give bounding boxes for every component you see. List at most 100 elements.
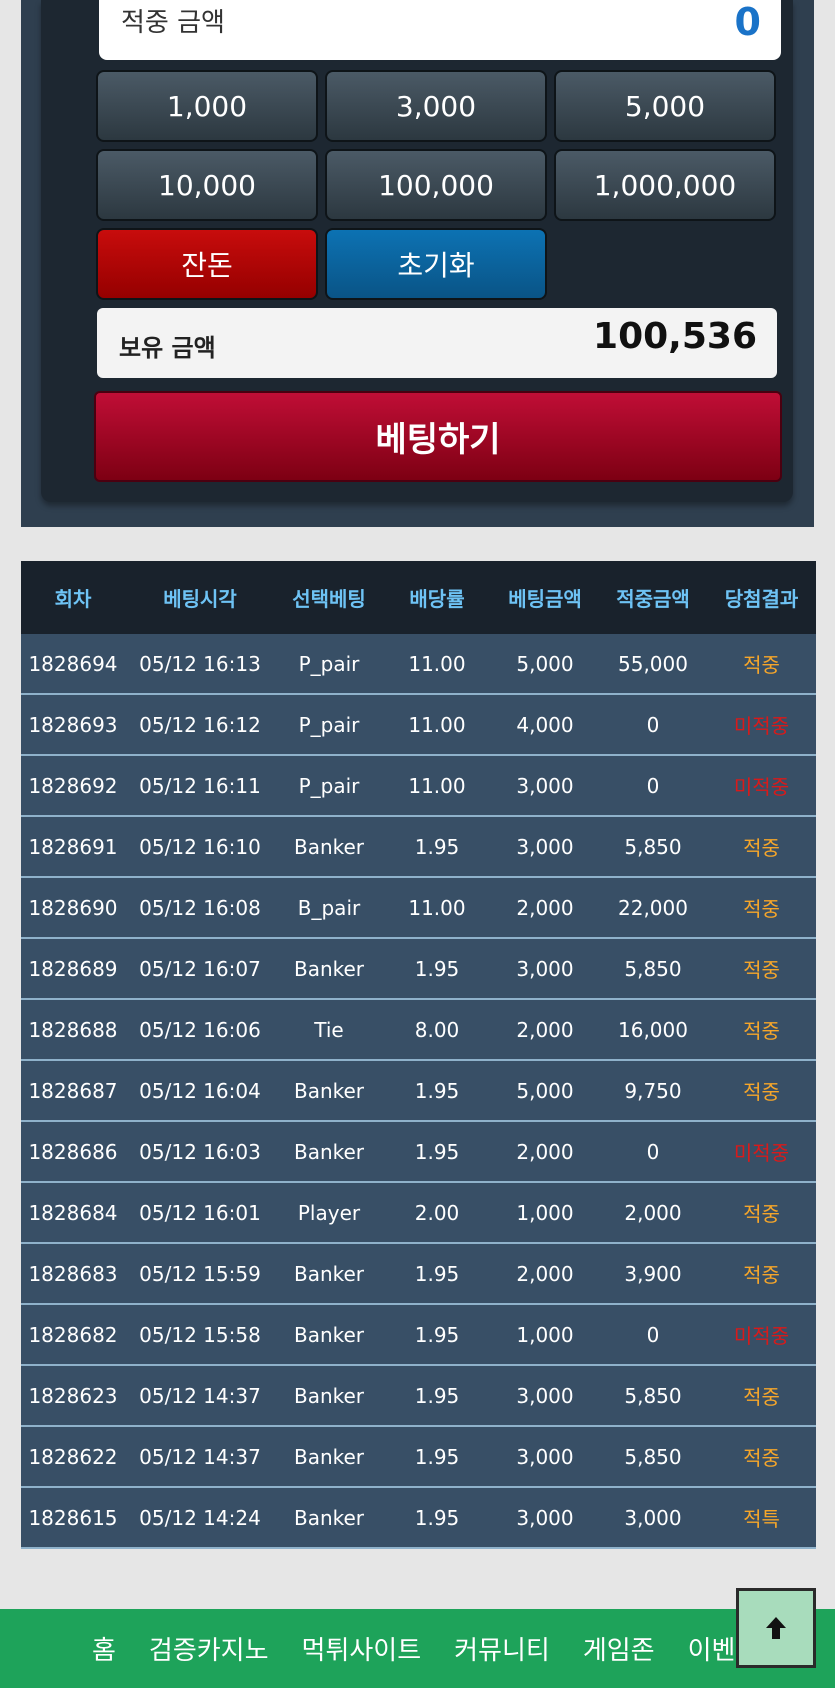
header-bet-amount: 베팅금액 bbox=[508, 587, 582, 611]
cell-bet-choice: Banker bbox=[293, 1505, 365, 1530]
reset-button[interactable]: 초기화 bbox=[325, 228, 547, 300]
cell-bet-time: 05/12 14:24 bbox=[139, 1505, 261, 1530]
cell-win-amount: 3,900 bbox=[624, 1261, 682, 1286]
cell-odds: 1.95 bbox=[414, 1383, 460, 1408]
header-odds: 배당률 bbox=[409, 587, 465, 611]
cell-result: 적중 bbox=[743, 1263, 780, 1287]
cell-win-amount: 22,000 bbox=[618, 895, 688, 920]
hold-amount-box: 보유 금액 100,536 bbox=[97, 308, 777, 378]
cell-win-amount: 0 bbox=[646, 1322, 660, 1347]
cell-bet-time: 05/12 16:08 bbox=[139, 895, 261, 920]
cell-result: 적중 bbox=[743, 836, 780, 860]
cell-bet-amount: 2,000 bbox=[516, 895, 574, 920]
cell-odds: 11.00 bbox=[408, 773, 466, 798]
cell-bet-amount: 2,000 bbox=[516, 1017, 574, 1042]
header-bet-time: 베팅시각 bbox=[163, 587, 237, 611]
cell-bet-time: 05/12 16:01 bbox=[139, 1200, 261, 1225]
chip-button-3000[interactable]: 3,000 bbox=[325, 70, 547, 142]
cell-bet-amount: 3,000 bbox=[516, 773, 574, 798]
cell-round: 1828622 bbox=[28, 1444, 118, 1469]
bet-history-table: 회차 베팅시각 선택베팅 배당률 베팅금액 적중금액 당첨결과 1828694 05/12 1… bbox=[21, 561, 816, 1549]
header-bet-choice: 선택베팅 bbox=[292, 587, 366, 611]
cell-round: 1828689 bbox=[28, 956, 118, 981]
cell-round: 1828694 bbox=[28, 651, 118, 676]
nav-item-verified-casino[interactable]: 검증카지노 bbox=[149, 1630, 269, 1667]
cell-win-amount: 55,000 bbox=[618, 651, 688, 676]
cell-win-amount: 0 bbox=[646, 1139, 660, 1164]
cell-bet-time: 05/12 16:13 bbox=[139, 651, 261, 676]
table-row: 1828684 05/12 16:01 Player 2.00 1,000 2,000 적중 bbox=[21, 1183, 816, 1244]
win-amount-label: 적중 금액 bbox=[121, 8, 225, 38]
header-win-amount: 적중금액 bbox=[616, 587, 690, 611]
table-row: 1828622 05/12 14:37 Banker 1.95 3,000 5,850 적중 bbox=[21, 1427, 816, 1488]
nav-item-community[interactable]: 커뮤니티 bbox=[454, 1630, 550, 1667]
cell-round: 1828687 bbox=[28, 1078, 118, 1103]
cell-result: 적중 bbox=[743, 897, 780, 921]
table-row: 1828688 05/12 16:06 Tie 8.00 2,000 16,000 적중 bbox=[21, 1000, 816, 1061]
cell-win-amount: 0 bbox=[646, 712, 660, 737]
cell-result: 적중 bbox=[743, 1385, 780, 1409]
cell-bet-time: 05/12 15:58 bbox=[139, 1322, 261, 1347]
cell-odds: 1.95 bbox=[414, 1261, 460, 1286]
cell-bet-choice: Banker bbox=[293, 1139, 365, 1164]
cell-odds: 1.95 bbox=[414, 834, 460, 859]
table-row: 1828682 05/12 15:58 Banker 1.95 1,000 0 미적중 bbox=[21, 1305, 816, 1366]
nav-item-home[interactable]: 홈 bbox=[92, 1630, 116, 1667]
table-row: 1828691 05/12 16:10 Banker 1.95 3,000 5,850 적중 bbox=[21, 817, 816, 878]
cell-bet-choice: Player bbox=[297, 1200, 361, 1225]
nav-item-game-zone[interactable]: 게임존 bbox=[583, 1630, 655, 1667]
cell-bet-choice: P_pair bbox=[298, 773, 360, 798]
chip-button-10000[interactable]: 10,000 bbox=[96, 149, 318, 221]
cell-bet-choice: Banker bbox=[293, 1383, 365, 1408]
win-amount-box: 적중 금액 0 bbox=[99, 0, 781, 60]
cell-bet-amount: 2,000 bbox=[516, 1139, 574, 1164]
bet-panel-inner: 적중 금액 0 1,000 3,000 5,000 10,000 100,000… bbox=[41, 0, 793, 502]
place-bet-button[interactable]: 베팅하기 bbox=[94, 391, 782, 482]
table-row: 1828623 05/12 14:37 Banker 1.95 3,000 5,850 적중 bbox=[21, 1366, 816, 1427]
table-row: 1828687 05/12 16:04 Banker 1.95 5,000 9,750 적중 bbox=[21, 1061, 816, 1122]
cell-win-amount: 3,000 bbox=[624, 1505, 682, 1530]
cell-round: 1828691 bbox=[28, 834, 118, 859]
header-round: 회차 bbox=[54, 587, 92, 611]
table-row: 1828692 05/12 16:11 P_pair 11.00 3,000 0 미적중 bbox=[21, 756, 816, 817]
cell-win-amount: 16,000 bbox=[618, 1017, 688, 1042]
scroll-top-button[interactable] bbox=[736, 1588, 816, 1668]
cell-bet-choice: Banker bbox=[293, 1261, 365, 1286]
table-row: 1828694 05/12 16:13 P_pair 11.00 5,000 55,000… bbox=[21, 634, 816, 695]
cell-bet-amount: 3,000 bbox=[516, 1444, 574, 1469]
history-body: 1828694 05/12 16:13 P_pair 11.00 5,000 55,000… bbox=[21, 634, 816, 1549]
cell-result: 적중 bbox=[743, 653, 780, 677]
cell-odds: 1.95 bbox=[414, 1078, 460, 1103]
hold-amount-value: 100,536 bbox=[593, 316, 757, 357]
win-amount-value: 0 bbox=[734, 0, 761, 44]
cell-bet-choice: Banker bbox=[293, 1078, 365, 1103]
table-row: 1828693 05/12 16:12 P_pair 11.00 4,000 0 미적중 bbox=[21, 695, 816, 756]
cell-bet-amount: 3,000 bbox=[516, 834, 574, 859]
table-row: 1828683 05/12 15:59 Banker 1.95 2,000 3,900 적중 bbox=[21, 1244, 816, 1305]
chip-button-5000[interactable]: 5,000 bbox=[554, 70, 776, 142]
cell-bet-time: 05/12 16:11 bbox=[139, 773, 261, 798]
chip-button-1000[interactable]: 1,000 bbox=[96, 70, 318, 142]
cell-bet-amount: 5,000 bbox=[516, 1078, 574, 1103]
cell-result: 미적중 bbox=[733, 1141, 790, 1165]
bottom-nav-items: 홈 검증카지노 먹튀사이트 커뮤니티 게임존 이벤트 bbox=[92, 1609, 792, 1688]
cell-round: 1828692 bbox=[28, 773, 118, 798]
cell-odds: 11.00 bbox=[408, 712, 466, 737]
cell-odds: 1.95 bbox=[414, 956, 460, 981]
cell-bet-choice: P_pair bbox=[298, 712, 360, 737]
cell-round: 1828682 bbox=[28, 1322, 118, 1347]
history-header-row: 회차 베팅시각 선택베팅 배당률 베팅금액 적중금액 당첨결과 bbox=[21, 561, 816, 634]
nav-item-scam-sites[interactable]: 먹튀사이트 bbox=[302, 1630, 422, 1667]
cell-result: 미적중 bbox=[733, 714, 790, 738]
chip-button-100000[interactable]: 100,000 bbox=[325, 149, 547, 221]
cell-result: 적중 bbox=[743, 1446, 780, 1470]
cell-win-amount: 5,850 bbox=[624, 1383, 682, 1408]
cell-result: 적중 bbox=[743, 958, 780, 982]
table-row: 1828686 05/12 16:03 Banker 1.95 2,000 0 미적중 bbox=[21, 1122, 816, 1183]
cell-bet-time: 05/12 16:12 bbox=[139, 712, 261, 737]
cell-bet-time: 05/12 15:59 bbox=[139, 1261, 261, 1286]
chip-button-1000000[interactable]: 1,000,000 bbox=[554, 149, 776, 221]
cell-bet-choice: Banker bbox=[293, 834, 365, 859]
balance-button[interactable]: 잔돈 bbox=[96, 228, 318, 300]
cell-result: 적중 bbox=[743, 1080, 780, 1104]
